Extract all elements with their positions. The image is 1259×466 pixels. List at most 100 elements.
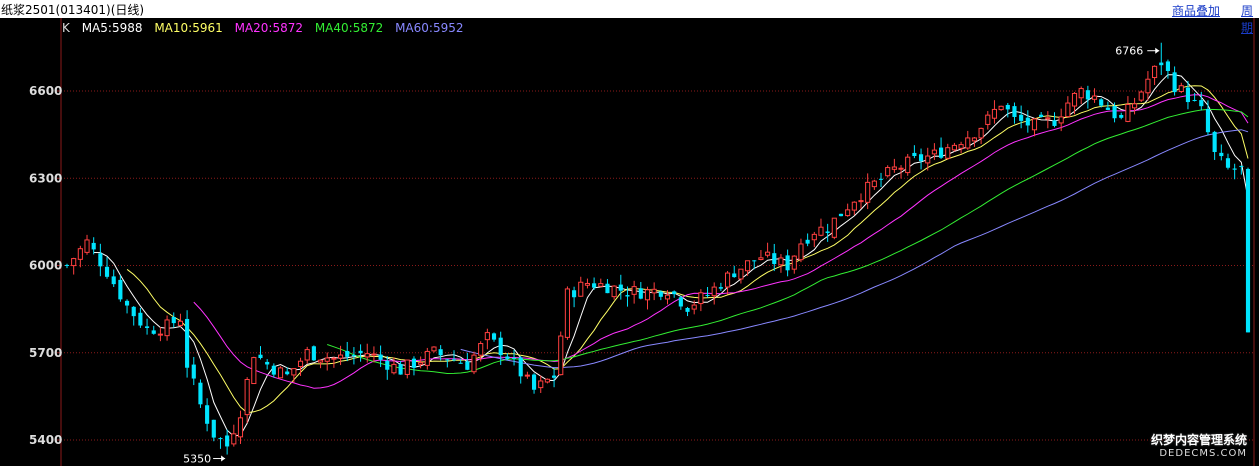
candle-body-down (131, 306, 136, 317)
candle (385, 356, 390, 380)
candle (431, 346, 437, 353)
candle-body-up (544, 378, 550, 383)
candle (1245, 167, 1251, 333)
candle-body-up (698, 292, 704, 305)
y-tick-label: 6300 (29, 171, 62, 185)
candle (358, 344, 363, 362)
candle-body-up (865, 181, 871, 203)
watermark-line-1: 织梦内容管理系统 (1150, 433, 1247, 447)
candle-body-up (484, 332, 490, 341)
candle-body-down (1239, 165, 1244, 167)
candle (998, 105, 1004, 111)
candle-body-up (598, 283, 604, 287)
candle (818, 218, 824, 237)
candle (905, 153, 911, 176)
candle-body-down (1039, 114, 1044, 118)
candle (171, 312, 176, 328)
candle-body-down (658, 291, 663, 297)
candle (1012, 102, 1017, 124)
candle-body-up (651, 288, 657, 294)
candle-body-up (77, 248, 83, 260)
candle-body-down (1225, 158, 1231, 168)
candle (91, 237, 96, 255)
candle (618, 274, 623, 300)
candle-body-up (765, 251, 771, 256)
candle-body-up (898, 167, 904, 170)
candle (564, 286, 570, 340)
candle (225, 429, 230, 455)
candle-body-down (451, 359, 457, 361)
candle (605, 279, 610, 294)
chart-header: 纸浆2501(013401)(日线) 商品叠加 周期 (0, 0, 1259, 35)
candle (912, 145, 917, 159)
candle (772, 243, 777, 272)
candle-body-up (1138, 91, 1144, 101)
candle (871, 179, 877, 190)
candle-body-down (465, 361, 470, 370)
candle-body-up (778, 257, 784, 266)
candle (244, 377, 250, 424)
candle (885, 165, 891, 178)
watermark-line-2: DEDECMS.COM (1159, 448, 1247, 459)
candle (151, 325, 156, 335)
candle (858, 193, 864, 209)
candle (1091, 88, 1098, 103)
candle (978, 127, 984, 145)
candle-body-down (218, 438, 223, 440)
candle (638, 282, 643, 300)
candle (1071, 92, 1078, 115)
candle (1119, 112, 1124, 120)
candle (678, 295, 683, 310)
candle-body-up (431, 346, 437, 352)
candle (738, 268, 744, 284)
candle (531, 373, 537, 394)
candle-body-down (685, 307, 690, 312)
candle (991, 100, 998, 124)
candle-body-down (205, 405, 210, 424)
candlestick-chart[interactable]: 6600 6300 6000 5700 5400 6766 5350 (0, 18, 1259, 466)
candle (157, 327, 163, 342)
candle-body-up (1045, 117, 1051, 120)
candle (544, 378, 550, 384)
ma5-line (93, 74, 1249, 437)
candle (438, 345, 443, 361)
candle (538, 375, 544, 393)
candle (124, 299, 130, 314)
candle-body-down (1112, 106, 1117, 119)
candle-body-down (491, 333, 497, 340)
candle-body-down (445, 359, 450, 361)
candle-body-down (805, 239, 810, 244)
watermark: 织梦内容管理系统 DEDECMS.COM (1151, 434, 1247, 460)
candle-body-up (251, 357, 257, 385)
candle-body-down (1172, 72, 1177, 93)
candle-body-down (1185, 87, 1191, 103)
candle-body-down (1105, 107, 1110, 110)
candle (231, 424, 237, 447)
candle-body-up (885, 167, 891, 177)
candle-body-down (358, 350, 363, 354)
candle (118, 275, 123, 302)
candle-body-up (157, 333, 163, 336)
candle (1085, 85, 1090, 109)
candle (424, 347, 430, 370)
candle (211, 419, 216, 442)
candle-body-up (1091, 95, 1098, 100)
candle-body-down (198, 382, 203, 405)
candle-body-up (324, 357, 330, 362)
candle (732, 265, 737, 278)
candle-body-up (791, 255, 797, 270)
candle-body-up (931, 149, 937, 155)
candle (131, 306, 136, 326)
candle (64, 263, 70, 269)
candle (311, 345, 316, 362)
candle (1078, 86, 1084, 105)
candle-body-down (505, 356, 510, 359)
candle-body-up (691, 304, 697, 310)
candle (745, 260, 751, 276)
commodity-overlay-link[interactable]: 商品叠加 (1172, 2, 1220, 19)
candle (705, 286, 710, 298)
candle-body-down (1099, 99, 1104, 106)
candle-body-down (752, 260, 757, 262)
candle (1205, 100, 1211, 136)
candle (1178, 82, 1184, 94)
